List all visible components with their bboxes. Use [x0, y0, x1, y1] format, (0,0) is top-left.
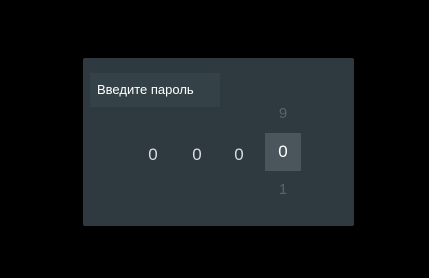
pin-digit-1[interactable]: 0	[135, 137, 171, 173]
pin-digit-2[interactable]: 0	[179, 137, 215, 173]
dialog-title: Введите пароль	[90, 73, 220, 107]
password-dialog: Введите пароль 0 0 0 0 9 1	[83, 58, 354, 226]
digit-picker-previous-value: 9	[278, 105, 288, 122]
digit-picker-next-value: 1	[278, 181, 288, 198]
pin-digit-3[interactable]: 0	[221, 137, 257, 173]
pin-digit-4-selected[interactable]: 0	[265, 133, 301, 171]
